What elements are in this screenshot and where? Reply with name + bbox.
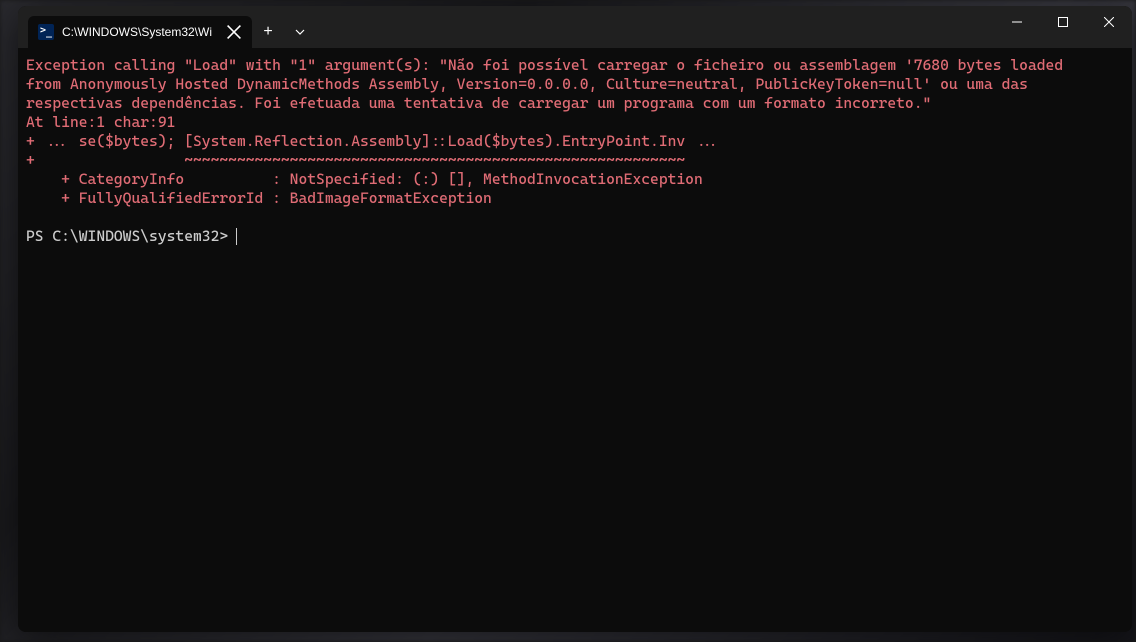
error-line: + ... se($bytes); [System.Reflection.Ass… bbox=[26, 132, 1124, 151]
minimize-button[interactable] bbox=[994, 6, 1040, 38]
terminal-body[interactable]: Exception calling "Load" with "1" argume… bbox=[18, 48, 1132, 632]
powershell-icon bbox=[38, 24, 54, 40]
prompt-text: PS C:\WINDOWS\system32> bbox=[26, 227, 228, 246]
tab-close-button[interactable] bbox=[226, 24, 242, 40]
tab-title: C:\WINDOWS\System32\Wind bbox=[62, 25, 212, 39]
tab-dropdown-button[interactable] bbox=[284, 16, 316, 48]
error-line: + ~~~~~~~~~~~~~~~~~~~~~~~~~~~~~~~~~~~~~~… bbox=[26, 151, 1124, 170]
window-controls bbox=[994, 6, 1132, 48]
error-line: respectivas dependências. Foi efetuada u… bbox=[26, 94, 1124, 113]
maximize-button[interactable] bbox=[1040, 6, 1086, 38]
new-tab-button[interactable]: + bbox=[252, 16, 284, 48]
terminal-window: C:\WINDOWS\System32\Wind + Exception cal bbox=[18, 6, 1132, 632]
error-line: + FullyQualifiedErrorId : BadImageFormat… bbox=[26, 189, 1124, 208]
titlebar[interactable]: C:\WINDOWS\System32\Wind + bbox=[18, 6, 1132, 48]
error-line: + CategoryInfo : NotSpecified: (:) [], M… bbox=[26, 170, 1124, 189]
cursor bbox=[236, 228, 237, 245]
tab-active[interactable]: C:\WINDOWS\System32\Wind bbox=[28, 16, 252, 48]
error-line: At line:1 char:91 bbox=[26, 113, 1124, 132]
error-line: Exception calling "Load" with "1" argume… bbox=[26, 56, 1124, 75]
tabs-area: C:\WINDOWS\System32\Wind + bbox=[18, 6, 994, 48]
error-line: from Anonymously Hosted DynamicMethods A… bbox=[26, 75, 1124, 94]
close-button[interactable] bbox=[1086, 6, 1132, 38]
prompt-row[interactable]: PS C:\WINDOWS\system32> bbox=[26, 227, 1124, 246]
